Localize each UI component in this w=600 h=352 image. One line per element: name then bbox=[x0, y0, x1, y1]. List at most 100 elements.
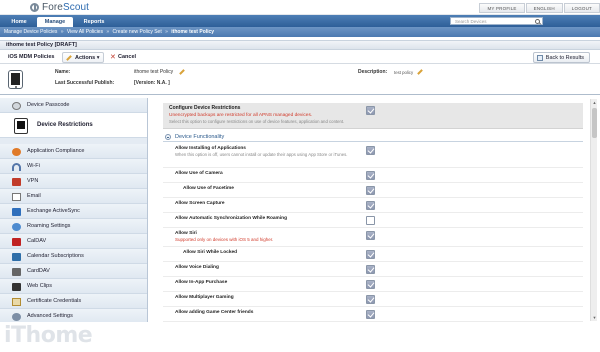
search-icon[interactable] bbox=[535, 19, 540, 24]
sidebar-item-carddav[interactable]: CardDAV bbox=[0, 264, 147, 279]
main-nav: Home Manage Reports Search Devices bbox=[0, 15, 600, 27]
sidebar-item-application-compliance[interactable]: Application Compliance bbox=[0, 144, 147, 159]
sidebar-item-caldav[interactable]: CalDAV bbox=[0, 234, 147, 249]
logo-text-scout: Scout bbox=[62, 2, 90, 13]
setting-label: Allow Use of Facetime bbox=[183, 186, 234, 191]
setting-row-game-center-friends: Allow adding Game Center friends bbox=[163, 307, 583, 322]
facetime-checkbox[interactable] bbox=[366, 186, 375, 195]
sidebar-item-label: Exchange ActiveSync bbox=[27, 208, 80, 214]
setting-row-roaming-sync: Allow Automatic Synchronization While Ro… bbox=[163, 213, 583, 228]
sidebar-item-label: Device Restrictions bbox=[37, 122, 93, 128]
setting-row-in-app-purchase: Allow In-App Purchase bbox=[163, 277, 583, 292]
sidebar-item-calendar-subscriptions[interactable]: Calendar Subscriptions bbox=[0, 249, 147, 264]
sidebar-item-email[interactable]: Email bbox=[0, 189, 147, 204]
passcode-icon bbox=[12, 102, 21, 110]
content-scrollbar[interactable]: ▲ ▼ bbox=[590, 99, 597, 321]
setting-row-siri-locked: Allow Siri While Locked bbox=[163, 247, 583, 262]
user-links: MY PROFILE ENGLISH LOGOUT bbox=[478, 3, 600, 13]
close-icon: ✕ bbox=[110, 54, 116, 61]
sidebar-item-label: Calendar Subscriptions bbox=[27, 253, 84, 259]
sidebar-item-label: CalDAV bbox=[27, 238, 47, 244]
actions-button[interactable]: Actions ▾ bbox=[62, 52, 105, 63]
sidebar-item-advanced-settings[interactable]: Advanced Settings bbox=[0, 309, 147, 322]
tab-reports[interactable]: Reports bbox=[76, 17, 112, 27]
breadcrumb-separator: » bbox=[106, 29, 110, 35]
sidebar-item-device-passcode[interactable]: Device Passcode bbox=[0, 98, 147, 113]
name-value: ithome test Policy bbox=[134, 69, 174, 75]
setting-row-camera: Allow Use of Camera bbox=[163, 168, 583, 183]
setting-label: Allow Screen Capture bbox=[175, 201, 225, 206]
sidebar-item-roaming-settings[interactable]: Roaming Settings bbox=[0, 219, 147, 234]
multiplayer-gaming-checkbox[interactable] bbox=[366, 295, 375, 304]
scroll-thumb[interactable] bbox=[592, 108, 597, 138]
name-label: Name: bbox=[55, 69, 71, 75]
edit-description-icon[interactable] bbox=[417, 69, 423, 75]
logout-link[interactable]: LOGOUT bbox=[563, 3, 600, 13]
siri-checkbox[interactable] bbox=[366, 231, 375, 240]
breadcrumb-separator: » bbox=[60, 29, 64, 35]
sidebar-item-label: Advanced Settings bbox=[27, 313, 73, 319]
certificate-icon bbox=[12, 298, 21, 306]
scroll-down-icon[interactable]: ▼ bbox=[592, 315, 597, 320]
back-label: Back to Results bbox=[545, 55, 584, 61]
cancel-label: Cancel bbox=[118, 54, 137, 60]
siri-locked-checkbox[interactable] bbox=[366, 250, 375, 259]
setting-row-facetime: Allow Use of Facetime bbox=[163, 183, 583, 198]
caldav-icon bbox=[12, 238, 21, 246]
search-input[interactable]: Search Devices bbox=[450, 17, 543, 25]
exchange-icon bbox=[12, 208, 21, 216]
breadcrumb-separator: » bbox=[165, 29, 168, 35]
sidebar-item-label: Application Compliance bbox=[27, 148, 85, 154]
breadcrumb: Manage Device Policies » View All Polici… bbox=[0, 27, 600, 37]
sidebar-item-label: Wi-Fi bbox=[27, 163, 40, 169]
search-placeholder: Search Devices bbox=[455, 19, 487, 24]
sidebar-item-web-clips[interactable]: Web Clips bbox=[0, 279, 147, 294]
install-apps-checkbox[interactable] bbox=[366, 146, 375, 155]
setting-row-screen-capture: Allow Screen Capture bbox=[163, 198, 583, 213]
roaming-icon bbox=[12, 223, 21, 231]
pencil-icon bbox=[66, 55, 72, 61]
breadcrumb-manage-policies[interactable]: Manage Device Policies bbox=[4, 29, 57, 35]
setting-label: Allow Siri While Locked bbox=[183, 250, 238, 255]
footer: iThome bbox=[0, 322, 600, 352]
description-value: test policy bbox=[394, 70, 414, 75]
calendar-sub-icon bbox=[12, 253, 21, 261]
in-app-purchase-checkbox[interactable] bbox=[366, 280, 375, 289]
roaming-sync-checkbox[interactable] bbox=[366, 216, 375, 225]
sidebar-item-certificate-credentials[interactable]: Certificate Credentials bbox=[0, 294, 147, 309]
breadcrumb-view-all-policies[interactable]: View All Policies bbox=[67, 29, 103, 35]
app-compliance-icon bbox=[12, 148, 21, 156]
policy-type-label: iOS MDM Policies bbox=[8, 54, 55, 60]
section-device-functionality[interactable]: Device Functionality bbox=[163, 132, 583, 142]
screen-capture-checkbox[interactable] bbox=[366, 201, 375, 210]
sidebar-item-vpn[interactable]: VPN bbox=[0, 174, 147, 189]
tab-home[interactable]: Home bbox=[3, 17, 35, 27]
setting-label: Allow In-App Purchase bbox=[175, 280, 228, 285]
game-center-friends-checkbox[interactable] bbox=[366, 310, 375, 319]
tab-manage[interactable]: Manage bbox=[37, 17, 73, 27]
email-icon bbox=[12, 193, 21, 201]
cancel-button[interactable]: ✕ Cancel bbox=[108, 52, 140, 63]
back-to-results-button[interactable]: Back to Results bbox=[532, 52, 590, 63]
scroll-up-icon[interactable]: ▲ bbox=[592, 100, 597, 105]
breadcrumb-create-policy-set[interactable]: Create new Policy Set bbox=[113, 29, 162, 35]
ios-device-icon bbox=[8, 70, 23, 89]
voice-dialing-checkbox[interactable] bbox=[366, 265, 375, 274]
ithome-watermark: iThome bbox=[4, 323, 93, 348]
setting-label: Allow Use of Camera bbox=[175, 171, 223, 176]
sidebar-item-wifi[interactable]: Wi-Fi bbox=[0, 159, 147, 174]
collapse-icon[interactable] bbox=[165, 134, 171, 140]
edit-name-icon[interactable] bbox=[179, 69, 185, 75]
language-link[interactable]: ENGLISH bbox=[525, 3, 563, 13]
sidebar-item-label: Email bbox=[27, 193, 41, 199]
forescout-logo[interactable]: ForeScout bbox=[30, 1, 89, 14]
restrictions-panel: Configure Device Restrictions Unencrypte… bbox=[163, 103, 589, 322]
vpn-icon bbox=[12, 178, 21, 186]
sidebar-item-label: CardDAV bbox=[27, 268, 50, 274]
setting-label: Allow Automatic Synchronization While Ro… bbox=[175, 216, 288, 221]
my-profile-link[interactable]: MY PROFILE bbox=[479, 3, 525, 13]
sidebar-item-exchange-activesync[interactable]: Exchange ActiveSync bbox=[0, 204, 147, 219]
camera-checkbox[interactable] bbox=[366, 171, 375, 180]
configure-restrictions-checkbox[interactable] bbox=[366, 106, 375, 115]
sidebar-item-device-restrictions[interactable]: Device Restrictions bbox=[0, 113, 147, 138]
